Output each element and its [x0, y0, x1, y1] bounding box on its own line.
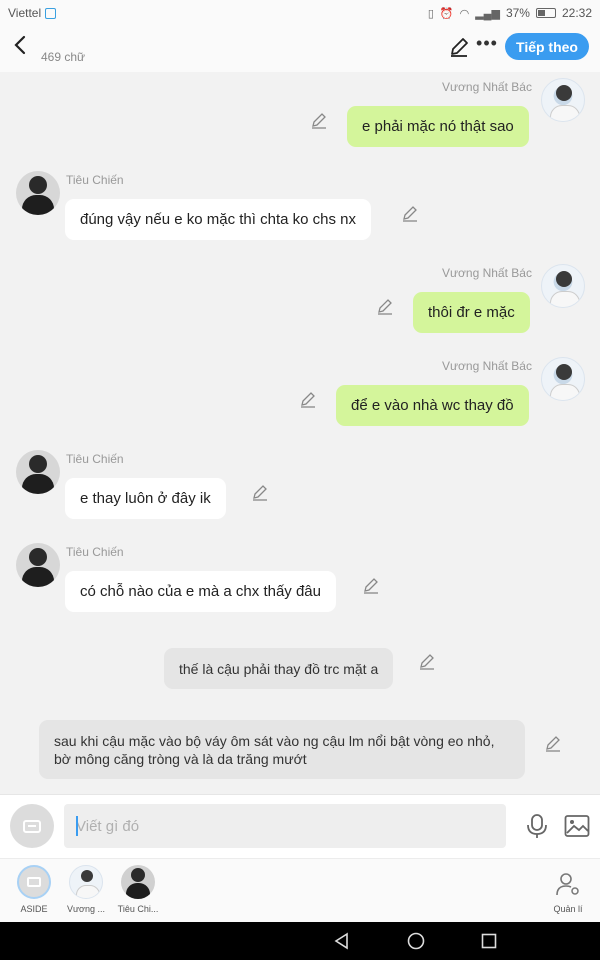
manage-roles-button[interactable]: Quản lí	[548, 871, 588, 914]
pencil-icon	[546, 736, 560, 752]
edit-message-button[interactable]	[376, 298, 394, 316]
alarm-icon: ⏰	[439, 7, 454, 20]
chevron-left-icon	[14, 35, 26, 55]
role-tieu-chien[interactable]: Tiêu Chi...	[112, 865, 164, 914]
message-input[interactable]	[64, 804, 506, 848]
aside-line: sau khi cậu mặc vào bộ váy ôm sát vào ng…	[54, 732, 495, 749]
more-icon: •••	[476, 33, 498, 53]
sender-name: Vương Nhất Bác	[442, 359, 532, 373]
avatar[interactable]	[16, 543, 60, 587]
role-label: ASIDE	[20, 904, 48, 914]
aside-avatar	[17, 865, 51, 899]
avatar	[69, 865, 103, 899]
aside-toggle-button[interactable]	[10, 804, 54, 848]
pencil-icon	[420, 654, 434, 670]
app-header: 469 chữ ••• Tiếp theo	[0, 26, 600, 72]
sender-name: Vương Nhất Bác	[442, 80, 532, 94]
manage-label: Quản lí	[553, 904, 583, 914]
more-options-button[interactable]: •••	[476, 34, 498, 56]
pencil-icon	[451, 38, 468, 57]
status-left: Viettel	[8, 6, 57, 20]
sender-name: Vương Nhất Bác	[442, 266, 532, 280]
microphone-icon	[527, 814, 547, 838]
chat-area[interactable]: Vương Nhất Bác e phải mặc nó thật sao Ti…	[0, 72, 600, 794]
composer-bar	[0, 794, 600, 858]
edit-button[interactable]	[448, 36, 470, 58]
signal-icon: ▂▄▆	[475, 7, 500, 20]
pencil-icon	[403, 206, 417, 222]
aside-bubble[interactable]: sau khi cậu mặc vào bộ váy ôm sát vào ng…	[39, 720, 525, 779]
edit-message-button[interactable]	[310, 112, 328, 130]
nav-home-button[interactable]	[406, 931, 426, 951]
pencil-icon	[301, 392, 315, 408]
text-cursor	[76, 816, 78, 836]
message-bubble[interactable]: có chỗ nào của e mà a chx thấy đâu	[65, 571, 336, 612]
carrier-badge-icon	[45, 7, 57, 19]
chat-bubble-icon	[23, 819, 41, 833]
pencil-icon	[253, 485, 267, 501]
message-bubble[interactable]: thôi đr e mặc	[413, 292, 530, 333]
edit-message-button[interactable]	[251, 484, 269, 502]
image-button[interactable]	[564, 814, 590, 838]
nav-recents-button[interactable]	[479, 931, 499, 951]
battery-icon	[535, 8, 556, 18]
role-label: Tiêu Chi...	[117, 904, 159, 914]
nav-back-button[interactable]	[332, 931, 352, 951]
pencil-icon	[364, 578, 378, 594]
avatar[interactable]	[541, 357, 585, 401]
user-settings-icon	[556, 873, 579, 896]
square-recents-icon	[481, 933, 497, 949]
pencil-icon	[378, 299, 392, 315]
system-nav-bar	[0, 922, 600, 960]
message-bubble[interactable]: e phải mặc nó thật sao	[347, 106, 529, 147]
avatar[interactable]	[16, 171, 60, 215]
avatar[interactable]	[541, 78, 585, 122]
back-button[interactable]	[10, 34, 32, 56]
sender-name: Tiêu Chiến	[66, 545, 124, 559]
vibrate-icon: ▯	[427, 7, 434, 20]
battery-percent: 37%	[505, 6, 530, 20]
voice-button[interactable]	[525, 813, 549, 839]
role-label: Vương ...	[67, 904, 105, 914]
status-bar: Viettel ▯ ⏰ ◠ ▂▄▆ 37% 22:32	[0, 0, 600, 26]
pencil-icon	[312, 113, 326, 129]
aside-line: bờ mông căng tròng và là da trăng mướt	[54, 750, 307, 767]
clock: 22:32	[561, 6, 592, 20]
edit-message-button[interactable]	[362, 577, 380, 595]
avatar[interactable]	[16, 450, 60, 494]
role-aside[interactable]: ASIDE	[8, 865, 60, 914]
avatar[interactable]	[541, 264, 585, 308]
role-vuong-nhat-bac[interactable]: Vương ...	[60, 865, 112, 914]
edit-message-button[interactable]	[299, 391, 317, 409]
avatar	[121, 865, 155, 899]
carrier-name: Viettel	[8, 6, 42, 20]
image-icon	[564, 815, 590, 837]
circle-home-icon	[407, 932, 425, 950]
sender-name: Tiêu Chiến	[66, 452, 124, 466]
triangle-back-icon	[334, 932, 348, 950]
message-bubble[interactable]: đúng vậy nếu e ko mặc thì chta ko chs nx	[65, 199, 371, 240]
aside-bubble[interactable]: thế là cậu phải thay đồ trc mặt a	[164, 648, 394, 689]
edit-message-button[interactable]	[418, 653, 436, 671]
status-right: ▯ ⏰ ◠ ▂▄▆ 37% 22:32	[428, 6, 592, 20]
word-count: 469 chữ	[41, 50, 86, 64]
sender-name: Tiêu Chiến	[66, 173, 124, 187]
role-bar: ASIDE Vương ... Tiêu Chi... Quản lí	[0, 858, 600, 922]
edit-message-button[interactable]	[544, 735, 562, 753]
message-bubble[interactable]: e thay luôn ở đây ik	[65, 478, 226, 519]
next-button[interactable]: Tiếp theo	[505, 33, 589, 60]
chat-bubble-icon	[27, 877, 41, 887]
wifi-icon: ◠	[459, 7, 470, 20]
message-bubble[interactable]: để e vào nhà wc thay đồ	[336, 385, 529, 426]
edit-message-button[interactable]	[401, 205, 419, 223]
